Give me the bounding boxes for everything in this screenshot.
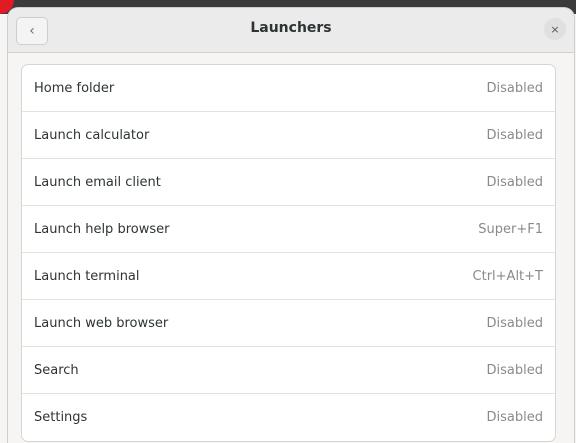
shortcut-label: Launch web browser bbox=[34, 315, 169, 331]
shortcut-row-launch-help-browser[interactable]: Launch help browser Super+F1 bbox=[22, 206, 555, 253]
shortcut-value: Disabled bbox=[486, 127, 543, 143]
shortcut-value: Super+F1 bbox=[478, 221, 543, 237]
shortcut-value: Disabled bbox=[486, 362, 543, 378]
shortcut-value: Disabled bbox=[486, 315, 543, 331]
shortcut-value: Disabled bbox=[486, 174, 543, 190]
dialog-title: Launchers bbox=[250, 20, 332, 36]
close-icon: × bbox=[550, 22, 560, 36]
shortcut-row-settings[interactable]: Settings Disabled bbox=[22, 394, 555, 441]
shortcut-label: Launch help browser bbox=[34, 221, 170, 237]
shortcut-label: Search bbox=[34, 362, 79, 378]
shortcut-row-launch-email-client[interactable]: Launch email client Disabled bbox=[22, 159, 555, 206]
shortcut-row-launch-terminal[interactable]: Launch terminal Ctrl+Alt+T bbox=[22, 253, 555, 300]
shortcut-list: Home folder Disabled Launch calculator D… bbox=[21, 64, 556, 442]
dialog-header: ‹ Launchers × bbox=[8, 8, 574, 53]
shortcut-label: Launch email client bbox=[34, 174, 161, 190]
shortcut-label: Home folder bbox=[34, 80, 115, 96]
shortcut-row-search[interactable]: Search Disabled bbox=[22, 347, 555, 394]
launchers-dialog: ‹ Launchers × Home folder Disabled Launc… bbox=[8, 8, 574, 443]
shortcut-value: Disabled bbox=[486, 80, 543, 96]
shortcut-row-home-folder[interactable]: Home folder Disabled bbox=[22, 65, 555, 112]
shortcut-row-launch-web-browser[interactable]: Launch web browser Disabled bbox=[22, 300, 555, 347]
shortcut-label: Launch terminal bbox=[34, 268, 140, 284]
shortcut-row-launch-calculator[interactable]: Launch calculator Disabled bbox=[22, 112, 555, 159]
shortcut-label: Launch calculator bbox=[34, 127, 150, 143]
shortcut-value: Disabled bbox=[486, 410, 543, 425]
shortcut-value: Ctrl+Alt+T bbox=[472, 268, 543, 284]
shortcut-label: Settings bbox=[34, 410, 88, 425]
screen: ‹ Launchers × Home folder Disabled Launc… bbox=[0, 0, 576, 443]
close-button[interactable]: × bbox=[544, 18, 566, 40]
